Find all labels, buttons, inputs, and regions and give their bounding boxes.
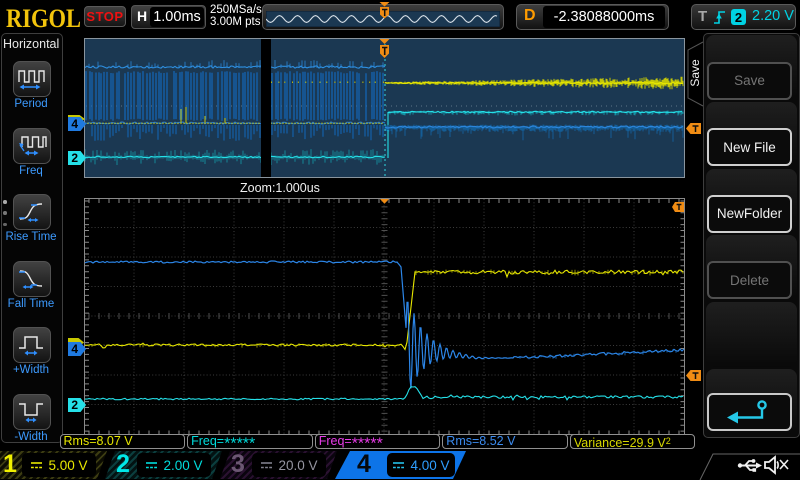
svg-text:2: 2 <box>71 151 78 165</box>
svg-text:4: 4 <box>71 342 78 356</box>
svg-text:4: 4 <box>71 117 78 131</box>
svg-text:2: 2 <box>71 398 78 412</box>
